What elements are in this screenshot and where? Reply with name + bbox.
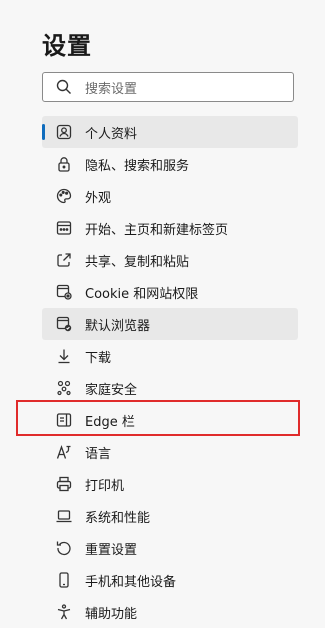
download-icon: [55, 347, 73, 365]
sidebar-item-accessibility[interactable]: 辅助功能: [42, 596, 298, 628]
search-placeholder: 搜索设置: [85, 81, 138, 97]
sidebar-item-start-home[interactable]: 开始、主页和新建标签页: [42, 212, 298, 244]
home-window-icon: [55, 219, 73, 237]
sidebar-item-share-copy-paste[interactable]: 共享、复制和粘贴: [42, 244, 298, 276]
selected-indicator: [42, 124, 45, 140]
language-icon: [55, 443, 73, 461]
accessibility-icon: [55, 603, 73, 621]
search-input[interactable]: 搜索设置: [42, 72, 294, 102]
share-icon: [55, 251, 73, 269]
sidebar-item-appearance[interactable]: 外观: [42, 180, 298, 212]
default-browser-icon: [55, 315, 73, 333]
sidebar-item-phone-devices[interactable]: 手机和其他设备: [42, 564, 298, 596]
laptop-icon: [55, 507, 73, 525]
sidebar-item-label: 隐私、搜索和服务: [85, 158, 190, 174]
sidebar-item-default-browser[interactable]: 默认浏览器: [42, 308, 298, 340]
sidebar-item-label: Cookie 和网站权限: [85, 286, 199, 302]
sidebar-item-profile[interactable]: 个人资料: [42, 116, 298, 148]
sidebar-item-label: 打印机: [85, 478, 125, 494]
search-icon: [55, 78, 73, 96]
settings-nav: 个人资料 隐私、搜索和服务 外观 开始、主页和新建标签页 共享、复制和粘贴 Co…: [42, 116, 298, 628]
sidebar-item-downloads[interactable]: 下载: [42, 340, 298, 372]
sidebar-item-cookies[interactable]: Cookie 和网站权限: [42, 276, 298, 308]
sidebar-item-label: 系统和性能: [85, 510, 151, 526]
site-permissions-icon: [55, 283, 73, 301]
sidebar-item-label: 语言: [85, 446, 112, 462]
lock-icon: [55, 155, 73, 173]
sidebar-item-system-performance[interactable]: 系统和性能: [42, 500, 298, 532]
sidebar-item-printers[interactable]: 打印机: [42, 468, 298, 500]
sidebar-item-reset-settings[interactable]: 重置设置: [42, 532, 298, 564]
sidebar-item-label: 下载: [85, 350, 112, 366]
sidebar-item-privacy[interactable]: 隐私、搜索和服务: [42, 148, 298, 180]
highlight-annotation-box: [16, 400, 300, 436]
sidebar-item-label: 外观: [85, 190, 112, 206]
sidebar-item-label: 默认浏览器: [85, 318, 151, 334]
profile-icon: [55, 123, 73, 141]
family-icon: [55, 379, 73, 397]
sidebar-item-label: 开始、主页和新建标签页: [85, 222, 229, 238]
sidebar-item-label: 手机和其他设备: [85, 574, 177, 590]
page-title: 设置: [42, 32, 92, 60]
reset-icon: [55, 539, 73, 557]
phone-icon: [55, 571, 73, 589]
sidebar-item-label: 共享、复制和粘贴: [85, 254, 190, 270]
sidebar-item-label: 个人资料: [85, 126, 138, 142]
sidebar-item-label: 重置设置: [85, 542, 138, 558]
sidebar-item-label: 辅助功能: [85, 606, 138, 622]
printer-icon: [55, 475, 73, 493]
sidebar-item-label: 家庭安全: [85, 382, 138, 398]
sidebar-item-languages[interactable]: 语言: [42, 436, 298, 468]
palette-icon: [55, 187, 73, 205]
